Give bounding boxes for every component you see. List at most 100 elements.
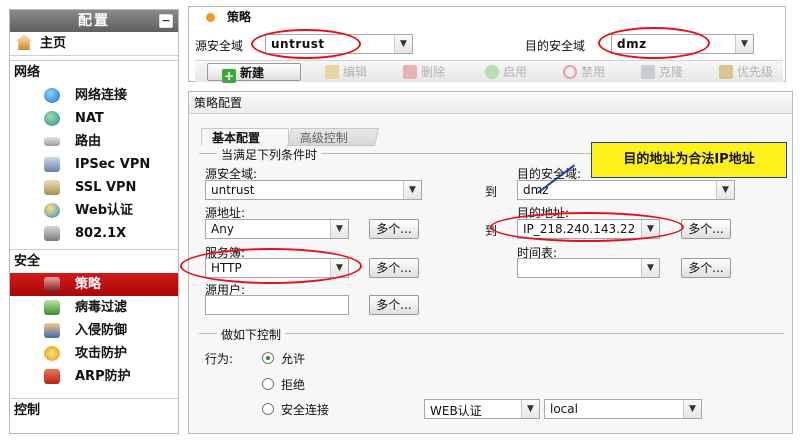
delete-icon — [403, 65, 417, 79]
home-icon — [16, 34, 32, 50]
priority-button-label: 优先级 — [737, 65, 774, 79]
auth-type-value: WEB认证 — [430, 404, 482, 418]
sidebar-item-web-auth[interactable]: Web认证 — [10, 199, 178, 222]
router-icon — [44, 137, 60, 146]
policy-icon — [44, 277, 60, 292]
delete-button[interactable]: 删除 — [403, 63, 445, 81]
schedule-select[interactable]: ▼ — [517, 258, 660, 278]
sidebar-item-label: 802.1X — [75, 226, 127, 241]
sidebar-header: 配置 − — [10, 10, 178, 32]
sidebar-section-network: 网络 — [10, 60, 178, 84]
schedule-more-button[interactable]: 多个... — [681, 258, 731, 278]
enable-icon — [485, 65, 499, 79]
src-zone-field-value: untrust — [211, 183, 255, 197]
tab-advanced-label: 高级控制 — [299, 131, 348, 145]
sidebar-item-route[interactable]: 路由 — [10, 130, 178, 153]
sidebar-item-8021x[interactable]: 802.1X — [10, 222, 178, 245]
chevron-down-icon: ▼ — [683, 400, 701, 418]
sidebar-item-nat[interactable]: NAT — [10, 107, 178, 130]
sidebar-item-virus-filter[interactable]: 病毒过滤 — [10, 296, 178, 319]
attack-protection-icon — [44, 346, 60, 361]
sidebar-item-label: 攻击防护 — [75, 346, 128, 361]
enable-button[interactable]: 启用 — [485, 63, 527, 81]
auth-server-value: local — [550, 402, 578, 416]
bullet-icon — [206, 13, 215, 22]
policy-panel-header: 策略 — [189, 7, 785, 27]
action-label: 行为: — [205, 352, 234, 366]
sidebar-item-label: 网络连接 — [75, 88, 128, 103]
sidebar-item-attack-protection[interactable]: 攻击防护 — [10, 342, 178, 365]
sidebar-item-intrusion-prevention[interactable]: 入侵防御 — [10, 319, 178, 342]
chevron-down-icon: ▼ — [394, 35, 412, 53]
sidebar-item-ssl-vpn[interactable]: SSL VPN — [10, 176, 178, 199]
tab-basic-config[interactable]: 基本配置 — [201, 128, 289, 146]
src-addr-more-button[interactable]: 多个... — [369, 219, 419, 239]
auth-type-select[interactable]: WEB认证 ▼ — [424, 399, 540, 419]
dst-addr-more-button[interactable]: 多个... — [681, 219, 731, 239]
enable-button-label: 启用 — [503, 65, 528, 79]
disable-button-label: 禁用 — [581, 65, 606, 79]
src-addr-select[interactable]: Any ▼ — [205, 219, 349, 239]
nat-icon — [44, 111, 60, 126]
sidebar-item-label: 病毒过滤 — [75, 300, 128, 315]
edit-icon — [325, 65, 339, 79]
to-label: 到 — [485, 185, 498, 199]
src-user-more-button[interactable]: 多个... — [369, 295, 419, 315]
annotation-ring-dst-zone — [598, 27, 710, 59]
disable-button[interactable]: 禁用 — [563, 63, 605, 81]
8021x-icon — [44, 226, 60, 241]
sidebar-item-home[interactable]: 主页 — [10, 32, 178, 56]
sidebar-item-label: IPSec VPN — [75, 157, 151, 172]
action-group-title: 做如下控制 — [217, 326, 286, 343]
edit-button-label: 编辑 — [343, 65, 368, 79]
add-icon: + — [222, 69, 236, 83]
sidebar-item-label: 入侵防御 — [75, 323, 128, 338]
sidebar-item-network-connection[interactable]: 网络连接 — [10, 84, 178, 107]
policy-panel-title: 策略 — [227, 10, 252, 24]
chevron-down-icon: ▼ — [641, 259, 659, 277]
src-zone-label: 源安全域 — [195, 39, 244, 53]
ssl-vpn-icon — [44, 180, 60, 195]
sidebar: 配置 − 主页 网络 网络连接 NAT 路由 IPSec VPN SSL VPN… — [9, 9, 179, 434]
dst-zone-label: 目的安全域 — [525, 39, 586, 53]
clone-icon — [641, 65, 655, 79]
web-auth-icon — [44, 203, 60, 218]
sidebar-item-label: 主页 — [40, 36, 67, 51]
src-user-input[interactable] — [205, 295, 349, 315]
sidebar-item-label: NAT — [75, 111, 104, 126]
chevron-down-icon: ▼ — [716, 181, 734, 199]
auth-server-select[interactable]: local ▼ — [544, 399, 702, 419]
priority-button[interactable]: 优先级 — [719, 63, 773, 81]
arp-protection-icon — [44, 369, 60, 384]
sidebar-item-label: SSL VPN — [75, 180, 137, 195]
annotation-ring-dst-addr — [490, 212, 684, 242]
tab-basic-label: 基本配置 — [212, 131, 261, 145]
annotation-callout: 目的地址为合法IP地址 — [591, 142, 787, 178]
radio-secure-connection[interactable] — [262, 403, 274, 415]
radio-deny[interactable] — [262, 378, 274, 390]
chevron-down-icon: ▼ — [735, 35, 753, 53]
collapse-icon[interactable]: − — [159, 14, 173, 28]
edit-button[interactable]: 编辑 — [325, 63, 367, 81]
annotation-ring-service — [180, 248, 362, 284]
sidebar-title: 配置 — [78, 13, 110, 29]
tab-advanced-control[interactable]: 高级控制 — [287, 128, 379, 146]
sidebar-item-ipsec-vpn[interactable]: IPSec VPN — [10, 153, 178, 176]
sidebar-item-arp-protection[interactable]: ARP防护 — [10, 365, 178, 388]
service-more-button[interactable]: 多个... — [369, 258, 419, 278]
sidebar-item-policy[interactable]: 策略 — [10, 273, 178, 296]
sidebar-item-label: ARP防护 — [75, 369, 131, 384]
virus-filter-icon — [44, 300, 60, 315]
src-zone-field[interactable]: untrust ▼ — [205, 180, 422, 200]
clone-button[interactable]: 克隆 — [641, 63, 683, 81]
radio-deny-label: 拒绝 — [281, 378, 306, 392]
priority-icon — [719, 65, 733, 79]
sidebar-item-label: 策略 — [75, 277, 102, 292]
disable-icon — [563, 65, 577, 79]
radio-secure-connection-label: 安全连接 — [281, 403, 330, 417]
new-button[interactable]: + 新建 — [207, 63, 301, 83]
chevron-down-icon: ▼ — [330, 220, 348, 238]
radio-permit[interactable] — [262, 352, 274, 364]
sidebar-item-label: 路由 — [75, 134, 102, 149]
chevron-down-icon: ▼ — [403, 181, 421, 199]
